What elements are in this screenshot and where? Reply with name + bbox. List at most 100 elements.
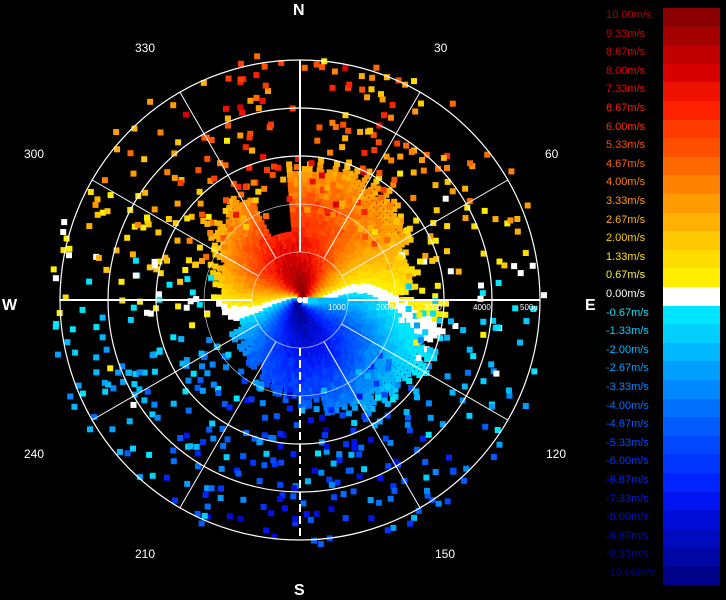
velocity-cell bbox=[319, 64, 325, 71]
legend-label: -5.33m/s bbox=[606, 436, 649, 449]
velocity-cell bbox=[328, 506, 335, 513]
velocity-cell bbox=[340, 121, 347, 128]
legend-row: 7.33m/s bbox=[600, 82, 726, 101]
velocity-cell bbox=[64, 339, 71, 346]
velocity-cell bbox=[197, 200, 204, 207]
legend-label: -6.00m/s bbox=[606, 455, 649, 468]
velocity-cell bbox=[396, 225, 403, 232]
velocity-cell bbox=[224, 436, 231, 443]
velocity-cell bbox=[54, 351, 61, 358]
velocity-cell bbox=[223, 454, 230, 461]
velocity-cell bbox=[462, 185, 469, 192]
velocity-cell bbox=[408, 266, 415, 273]
velocity-cell bbox=[416, 312, 423, 319]
velocity-cell bbox=[177, 435, 184, 441]
velocity-cell bbox=[414, 394, 420, 401]
velocity-cell bbox=[517, 270, 524, 277]
velocity-cell bbox=[308, 160, 315, 167]
velocity-cell bbox=[410, 194, 417, 201]
legend-label: 4.00m/s bbox=[606, 176, 646, 189]
velocity-cell bbox=[253, 72, 260, 79]
velocity-cell bbox=[405, 306, 412, 312]
velocity-cell bbox=[417, 258, 423, 265]
velocity-cell bbox=[531, 368, 538, 375]
legend-label: -6.67m/s bbox=[606, 474, 649, 486]
velocity-cell bbox=[201, 512, 208, 519]
velocity-cell bbox=[209, 420, 216, 427]
velocity-cell bbox=[211, 175, 218, 182]
velocity-cell bbox=[495, 324, 501, 331]
velocity-cell bbox=[149, 472, 156, 479]
velocity-cell bbox=[291, 485, 297, 492]
velocity-cell bbox=[204, 220, 211, 227]
velocity-cell bbox=[218, 485, 224, 492]
velocity-cell bbox=[480, 378, 487, 385]
velocity-cell bbox=[261, 63, 268, 70]
velocity-cell bbox=[440, 154, 447, 161]
velocity-cell bbox=[233, 395, 240, 402]
velocity-cell bbox=[425, 400, 432, 407]
velocity-cell bbox=[99, 334, 106, 341]
velocity-cell bbox=[423, 474, 430, 481]
velocity-cell bbox=[522, 250, 529, 256]
velocity-cell bbox=[290, 493, 297, 500]
legend-swatch bbox=[663, 324, 720, 343]
velocity-cell bbox=[101, 177, 108, 184]
legend-swatch bbox=[663, 473, 720, 492]
velocity-cell bbox=[432, 182, 439, 189]
legend-swatch bbox=[663, 305, 720, 325]
velocity-cell bbox=[130, 445, 136, 452]
velocity-cell bbox=[199, 387, 206, 394]
velocity-cell bbox=[267, 434, 274, 441]
velocity-cell bbox=[223, 105, 229, 112]
velocity-cell bbox=[444, 165, 450, 171]
range-label-4000: 4000 bbox=[473, 303, 491, 312]
legend-label: 6.00m/s bbox=[606, 120, 646, 133]
velocity-cell bbox=[206, 426, 213, 433]
velocity-cell bbox=[424, 356, 431, 362]
velocity-cell bbox=[505, 387, 512, 394]
velocity-cell bbox=[446, 454, 452, 461]
velocity-cell bbox=[345, 410, 352, 417]
velocity-cell bbox=[223, 197, 229, 204]
velocity-cell bbox=[154, 414, 161, 421]
velocity-cell bbox=[523, 318, 530, 325]
velocity-cell bbox=[118, 278, 125, 285]
velocity-cell bbox=[398, 317, 405, 323]
velocity-cell bbox=[364, 362, 371, 369]
legend-label: 10.00m/s bbox=[606, 9, 652, 21]
velocity-cell bbox=[127, 150, 134, 157]
azimuth-label-150: 150 bbox=[435, 547, 456, 561]
legend-label: -9.33m/s bbox=[606, 548, 649, 561]
radar-velocity-ppi[interactable] bbox=[0, 0, 600, 600]
velocity-cell bbox=[270, 457, 277, 464]
velocity-cell bbox=[254, 53, 261, 60]
velocity-cell bbox=[207, 230, 214, 236]
velocity-cell bbox=[190, 370, 197, 377]
velocity-cell bbox=[313, 61, 320, 68]
velocity-cell bbox=[102, 388, 109, 395]
legend-swatch bbox=[663, 287, 720, 306]
velocity-cell bbox=[222, 244, 229, 251]
velocity-cell bbox=[403, 142, 410, 149]
range-label-2000: 2000 bbox=[376, 303, 394, 312]
velocity-cell bbox=[237, 104, 244, 111]
legend-row: 0.00m/s bbox=[600, 287, 726, 306]
velocity-cell bbox=[512, 305, 519, 312]
velocity-cell bbox=[170, 334, 177, 341]
legend-swatch bbox=[663, 8, 720, 27]
velocity-cell bbox=[259, 400, 266, 407]
velocity-cell bbox=[478, 282, 484, 289]
legend-label: -4.00m/s bbox=[606, 399, 649, 412]
velocity-cell bbox=[390, 396, 397, 403]
legend-label: 3.33m/s bbox=[606, 195, 646, 207]
velocity-cell bbox=[380, 186, 387, 193]
velocity-cell bbox=[124, 234, 131, 241]
velocity-cell bbox=[208, 274, 215, 281]
velocity-cell bbox=[464, 369, 471, 376]
velocity-cell bbox=[314, 137, 321, 144]
velocity-cell bbox=[382, 435, 389, 442]
velocity-cell bbox=[216, 300, 223, 307]
velocity-cell bbox=[280, 176, 287, 183]
velocity-cell bbox=[378, 194, 385, 201]
